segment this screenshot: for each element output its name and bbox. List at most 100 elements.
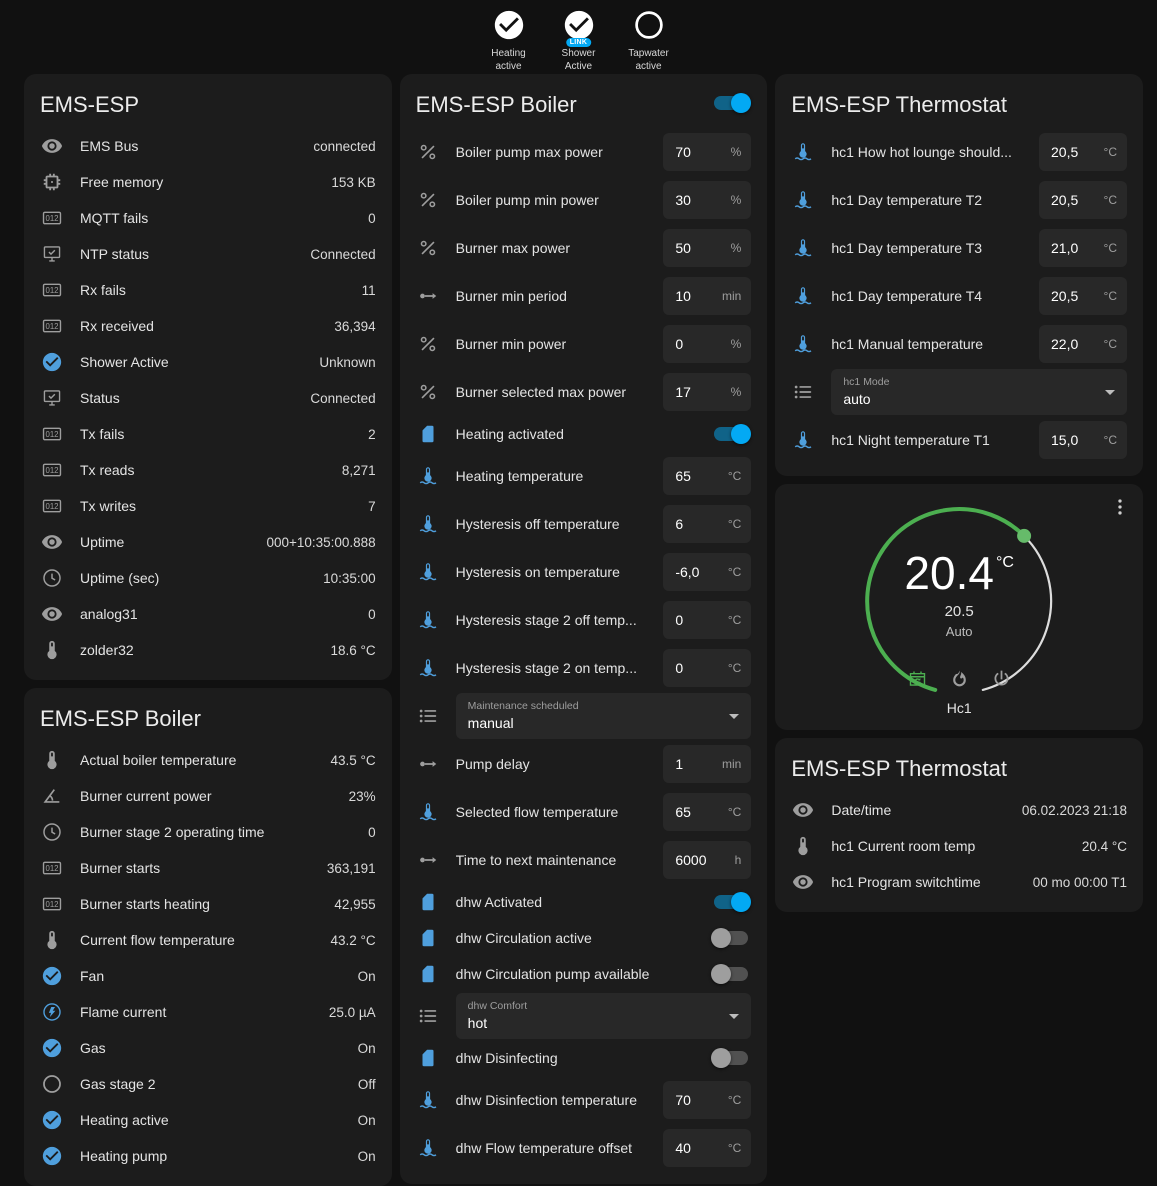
entity-row[interactable]: Burner starts heating42,955: [40, 886, 376, 922]
number-field[interactable]: 65°C: [663, 457, 751, 495]
badge-label: Tapwateractive: [620, 48, 678, 73]
entity-row[interactable]: Current flow temperature43.2 °C: [40, 922, 376, 958]
select-field[interactable]: dhw Comforthot: [456, 993, 752, 1039]
toggle-switch[interactable]: [711, 892, 751, 912]
check-circle-icon: [40, 350, 64, 374]
badge-label: ShowerActive: [550, 48, 608, 73]
number-field[interactable]: 15,0°C: [1039, 421, 1127, 459]
badge-label-line: Heating: [480, 48, 538, 61]
number-unit: °C: [728, 1141, 741, 1155]
entity-name: Uptime (sec): [80, 570, 315, 586]
entity-state: connected: [313, 139, 375, 154]
entity-row[interactable]: GasOn: [40, 1030, 376, 1066]
ray-icon: [416, 284, 440, 308]
entity-row[interactable]: hc1 Program switchtime00 mo 00:00 T1: [791, 864, 1127, 900]
toggle-switch[interactable]: [711, 1048, 751, 1068]
number-field[interactable]: 65°C: [663, 793, 751, 831]
entity-row[interactable]: Tx writes7: [40, 488, 376, 524]
number-unit: °C: [728, 517, 741, 531]
counter-icon: [40, 278, 64, 302]
entity-name: dhw Flow temperature offset: [456, 1140, 656, 1156]
entity-row[interactable]: Burner current power23%: [40, 778, 376, 814]
entity-state: On: [358, 1041, 376, 1056]
entity-row[interactable]: Shower ActiveUnknown: [40, 344, 376, 380]
entity-row[interactable]: MQTT fails 0: [40, 200, 376, 236]
select-field[interactable]: hc1 Modeauto: [831, 369, 1127, 415]
mode-auto-button[interactable]: [905, 666, 929, 690]
number-field[interactable]: 10min: [663, 277, 751, 315]
entity-row[interactable]: Rx received36,394: [40, 308, 376, 344]
entity-row[interactable]: Gas stage 2Off: [40, 1066, 376, 1102]
entity-row[interactable]: EMS Busconnected: [40, 128, 376, 164]
entity-name: MQTT fails: [80, 210, 360, 226]
mode-heat-button[interactable]: [947, 666, 971, 690]
entity-row[interactable]: Burner stage 2 operating time0: [40, 814, 376, 850]
toggle-switch[interactable]: [711, 964, 751, 984]
select-field[interactable]: Maintenance scheduledmanual: [456, 693, 752, 739]
entity-state: 153 KB: [331, 175, 375, 190]
entity-name: hc1 Program switchtime: [831, 874, 1024, 890]
entity-row: dhw Circulation active: [416, 920, 752, 956]
number-field[interactable]: 6°C: [663, 505, 751, 543]
badge-heating[interactable]: Heatingactive: [480, 6, 538, 73]
entity-name: Boiler pump min power: [456, 192, 656, 208]
more-options-button[interactable]: [1109, 496, 1133, 520]
number-field[interactable]: 6000h: [663, 841, 751, 879]
number-field[interactable]: 30%: [663, 181, 751, 219]
thermometer-water-icon: [416, 1088, 440, 1112]
number-field[interactable]: 0°C: [663, 649, 751, 687]
entity-row: hc1 Day temperature T321,0°C: [791, 224, 1127, 272]
number-field[interactable]: 70°C: [663, 1081, 751, 1119]
entity-state: 0: [368, 211, 376, 226]
number-field[interactable]: 22,0°C: [1039, 325, 1127, 363]
badge-tapwater[interactable]: Tapwateractive: [620, 6, 678, 73]
entity-row[interactable]: StatusConnected: [40, 380, 376, 416]
list-icon: [416, 1004, 440, 1028]
entity-row[interactable]: FanOn: [40, 958, 376, 994]
card-toggle[interactable]: [711, 93, 751, 113]
number-field[interactable]: 1min: [663, 745, 751, 783]
entity-row: dhw Flow temperature offset 40°C: [416, 1124, 752, 1172]
entity-row[interactable]: Flame current25.0 µA: [40, 994, 376, 1030]
entity-row[interactable]: Actual boiler temperature43.5 °C: [40, 742, 376, 778]
entity-name: Hysteresis off temperature: [456, 516, 656, 532]
entity-row[interactable]: Uptime000+10:35:00.888: [40, 524, 376, 560]
entity-row[interactable]: Free memory153 KB: [40, 164, 376, 200]
number-field[interactable]: 20,5°C: [1039, 277, 1127, 315]
entity-state: Off: [358, 1077, 376, 1092]
entity-row[interactable]: zolder3218.6 °C: [40, 632, 376, 668]
toggle-switch[interactable]: [711, 424, 751, 444]
number-field[interactable]: -6,0°C: [663, 553, 751, 591]
number-field[interactable]: 20,5°C: [1039, 133, 1127, 171]
number-field[interactable]: 0%: [663, 325, 751, 363]
entity-row[interactable]: Uptime (sec)10:35:00: [40, 560, 376, 596]
number-field[interactable]: 50%: [663, 229, 751, 267]
entity-row[interactable]: analog310: [40, 596, 376, 632]
badge-shower[interactable]: LINKShowerActive: [550, 6, 608, 73]
column-left: EMS-ESP EMS BusconnectedFree memory153 K…: [24, 74, 392, 1186]
entity-row[interactable]: NTP statusConnected: [40, 236, 376, 272]
mode-off-button[interactable]: [989, 666, 1013, 690]
number-field[interactable]: 70%: [663, 133, 751, 171]
number-field[interactable]: 0°C: [663, 601, 751, 639]
entity-row[interactable]: Heating activeOn: [40, 1102, 376, 1138]
entity-row[interactable]: Date/time06.02.2023 21:18: [791, 792, 1127, 828]
number-field[interactable]: 17%: [663, 373, 751, 411]
entity-row[interactable]: Burner starts363,191: [40, 850, 376, 886]
counter-icon: [40, 314, 64, 338]
number-field[interactable]: 20,5°C: [1039, 181, 1127, 219]
entity-name: Burner starts heating: [80, 896, 326, 912]
sim-icon: [416, 926, 440, 950]
number-field[interactable]: 21,0°C: [1039, 229, 1127, 267]
number-unit: min: [722, 757, 741, 771]
entity-row: dhw Activated: [416, 884, 752, 920]
entity-row[interactable]: hc1 Current room temp20.4 °C: [791, 828, 1127, 864]
badge-label-line: active: [480, 61, 538, 74]
toggle-switch[interactable]: [711, 928, 751, 948]
entity-row[interactable]: Tx fails2: [40, 416, 376, 452]
entity-row[interactable]: Rx fails11: [40, 272, 376, 308]
entity-row[interactable]: Tx reads8,271: [40, 452, 376, 488]
number-field[interactable]: 40°C: [663, 1129, 751, 1167]
entity-state: Connected: [310, 247, 375, 262]
entity-name: Current flow temperature: [80, 932, 322, 948]
